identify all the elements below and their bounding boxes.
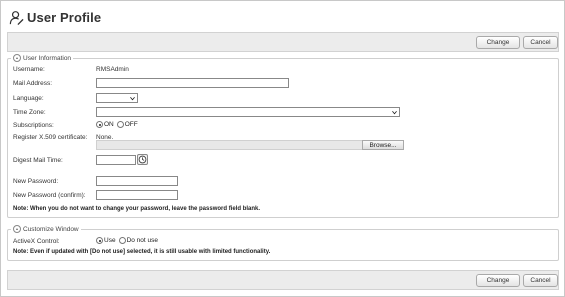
activex-control-label: ActiveX Control: [13,238,60,245]
browse-button[interactable]: Browse... [362,140,404,150]
new-password-confirm-label: New Password (confirm): [13,192,86,199]
collapse-up-icon[interactable] [13,225,21,233]
activex-use-radio[interactable] [96,237,103,244]
user-information-legend-label: User Information [23,54,72,62]
customize-window-section: Customize Window [7,225,559,261]
customize-window-legend[interactable]: Customize Window [11,225,81,233]
username-value: RMSAdmin [96,66,129,73]
activex-radio-group: Use Do not use [96,237,161,244]
chevron-down-icon [392,110,397,115]
language-select[interactable] [96,93,138,103]
activex-do-not-use-radio[interactable] [118,237,126,244]
cancel-button[interactable]: Cancel [523,274,558,287]
page-title: User Profile [27,9,102,25]
subscriptions-on-radio[interactable] [96,121,103,128]
new-password-confirm-input[interactable] [96,190,178,200]
certificate-file-field[interactable] [96,140,404,150]
chevron-down-icon [130,96,135,101]
time-zone-select[interactable] [96,107,400,117]
subscriptions-label: Subscriptions: [13,122,54,129]
digest-mail-time-input[interactable] [96,155,136,165]
top-toolbar: Change Cancel [7,32,559,52]
time-zone-label: Time Zone: [13,109,46,116]
page-header: User Profile [9,7,101,27]
user-profile-window: User Profile Change Cancel User Informat… [0,0,565,297]
clock-button[interactable] [137,154,148,165]
activex-use-label[interactable]: Use [104,237,116,244]
subscriptions-radio-group: ON OFF [96,121,141,128]
new-password-label: New Password: [13,178,59,185]
customize-window-legend-label: Customize Window [23,225,79,233]
new-password-input[interactable] [96,176,178,186]
clock-icon [138,155,147,164]
username-label: Username: [13,66,45,73]
subscriptions-off-label[interactable]: OFF [125,121,138,128]
user-profile-icon [9,10,24,25]
activex-do-not-use-label[interactable]: Do not use [127,237,158,244]
change-button[interactable]: Change [476,274,520,287]
cancel-button[interactable]: Cancel [523,36,558,49]
user-information-legend[interactable]: User Information [11,54,73,62]
change-button[interactable]: Change [476,36,520,49]
mail-address-label: Mail Address: [13,80,53,87]
activex-note: Note: Even if updated with [Do not use] … [13,249,271,255]
digest-mail-time-label: Digest Mail Time: [13,157,63,164]
mail-address-input[interactable] [96,78,289,88]
subscriptions-on-label[interactable]: ON [104,121,114,128]
subscriptions-off-radio[interactable] [116,121,124,128]
language-label: Language: [13,95,44,102]
bottom-toolbar: Change Cancel [7,270,559,290]
certificate-label: Register X.509 certificate: [13,134,88,141]
password-note: Note: When you do not want to change you… [13,206,261,212]
collapse-up-icon[interactable] [13,54,21,62]
